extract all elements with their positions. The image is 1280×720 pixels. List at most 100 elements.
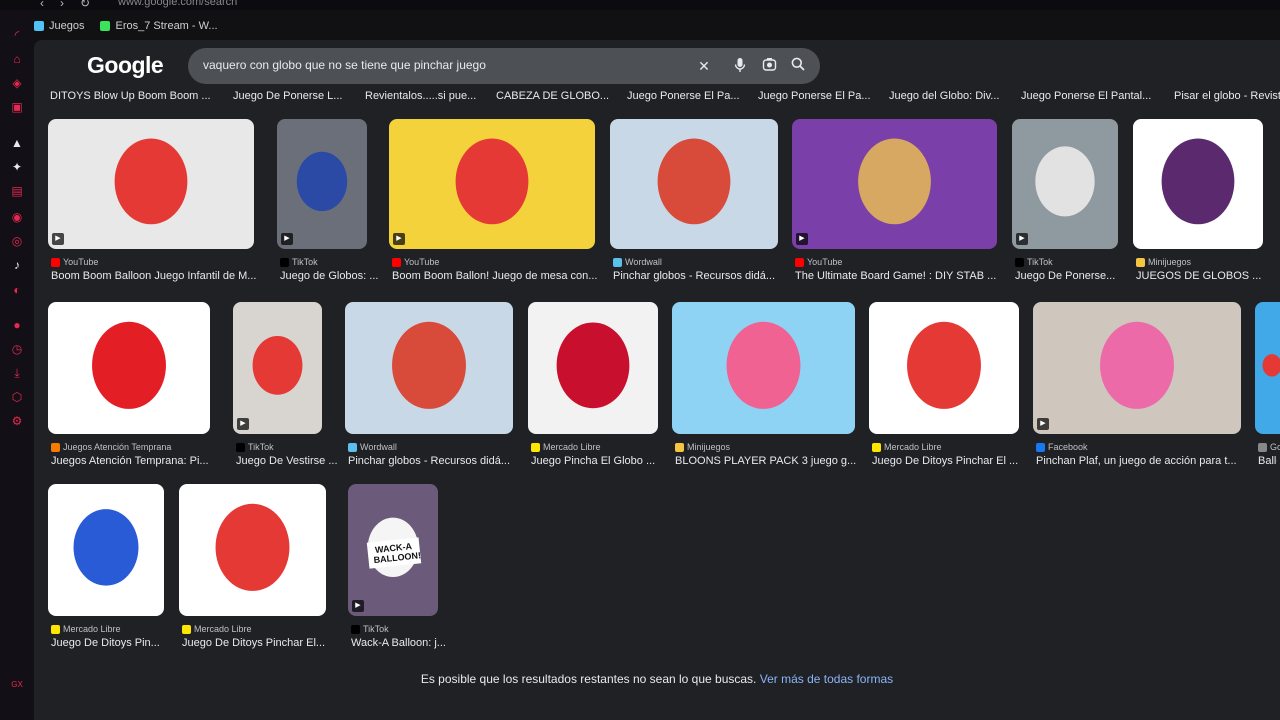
result-thumbnail[interactable] [1133,119,1263,249]
tiktok-icon[interactable]: ♪ [10,258,24,272]
image-result-card[interactable]: ▶ YouTube Boom Boom Balloon Juego Infantil… [48,119,256,297]
image-result-card[interactable]: ▶ TikTok Juego De Vestirse ... [233,302,338,482]
truncated-result-title[interactable]: Juego Ponerse El Pa... [627,90,740,102]
image-result-card[interactable]: Mercado Libre Juego De Ditoys Pinchar El.… [179,484,326,664]
image-result-card[interactable]: Wordwall Pinchar globos - Recursos didá..… [345,302,513,482]
result-thumbnail[interactable] [869,302,1019,434]
result-title[interactable]: Juego De Vestirse ... [236,455,338,467]
result-title[interactable]: Ballo [1258,455,1277,467]
image-result-card[interactable]: ▶ Facebook Pinchan Plaf, un juego de acció… [1033,302,1241,482]
source-favicon-icon [392,257,401,267]
truncated-result-title[interactable]: Revientalos.....si pue... [365,90,476,102]
forward-icon[interactable]: › [60,0,64,10]
clock-icon[interactable]: ◷ [10,342,24,356]
image-result-card[interactable]: Go Ballo [1255,302,1280,482]
result-thumbnail[interactable]: ▶ [1012,119,1118,249]
image-result-card[interactable]: Mercado Libre Juego De Ditoys Pinchar El … [869,302,1019,482]
shield-icon[interactable]: ◈ [10,76,24,90]
truncated-result-title[interactable]: Juego Ponerse El Pa... [758,90,871,102]
image-result-card[interactable]: Wordwall Pinchar globos - Recursos didá..… [610,119,778,297]
result-thumbnail[interactable]: ▶ [389,119,595,249]
google-logo[interactable]: Google [87,52,164,79]
image-result-card[interactable]: ▶ YouTube Boom Boom Ballon! Juego de mesa … [389,119,597,297]
image-result-card[interactable]: Minijuegos JUEGOS DE GLOBOS ... [1133,119,1263,297]
truncated-result-title[interactable]: DITOYS Blow Up Boom Boom ... [50,90,211,102]
back-icon[interactable]: ‹ [40,0,44,10]
balloon-shape [556,322,630,409]
reload-icon[interactable]: ↻ [80,0,90,10]
image-result-card[interactable]: Mercado Libre Juego De Ditoys Pin... [48,484,164,664]
result-thumbnail[interactable] [179,484,326,616]
bag-icon[interactable]: ⌂ [10,52,24,66]
video-play-icon: ▶ [796,233,808,245]
microphone-icon[interactable] [731,57,749,75]
result-thumbnail[interactable]: ▶ [233,302,322,434]
result-thumbnail[interactable] [610,119,778,249]
result-title[interactable]: BLOONS PLAYER PACK 3 juego g... [675,455,856,467]
truncated-result-title[interactable]: Juego De Ponerse L... [233,90,342,102]
result-thumbnail[interactable] [672,302,855,434]
bookmark-juegos[interactable]: Juegos [34,20,84,32]
instagram-icon[interactable]: ◎ [10,234,24,248]
lens-icon[interactable] [760,57,778,75]
result-thumbnail[interactable] [48,302,210,434]
result-thumbnail[interactable] [528,302,658,434]
result-source: TikTok [1015,257,1053,267]
truncated-result-title[interactable]: Juego Ponerse El Pantal... [1021,90,1151,102]
twitch-icon[interactable]: ▤ [10,184,24,198]
truncated-result-title[interactable]: Pisar el globo - Revista [1174,90,1280,102]
search-input[interactable]: vaquero con globo que no se tiene que pi… [203,58,486,72]
whatsapp-icon[interactable]: ◉ [10,210,24,224]
discord-icon[interactable]: ◐ [10,283,24,297]
circle-icon[interactable]: ● [10,318,24,332]
search-icon[interactable] [789,57,807,75]
bookmark-stream[interactable]: Eros_7 Stream - W... [100,20,218,32]
result-title[interactable]: Juego de Globos: ... [280,270,378,282]
result-thumbnail[interactable] [345,302,513,434]
result-thumbnail[interactable]: ▶ [1033,302,1241,434]
download-icon[interactable]: ⤓ [10,366,24,380]
result-title[interactable]: Pinchan Plaf, un juego de acción para t.… [1036,455,1237,467]
settings-icon[interactable]: ⚙ [10,414,24,428]
result-title[interactable]: Wack-A Balloon: j... [351,637,446,649]
image-result-card[interactable]: Minijuegos BLOONS PLAYER PACK 3 juego g..… [672,302,856,482]
video-icon[interactable]: ▣ [10,100,24,114]
result-title[interactable]: Juego De Ditoys Pinchar El... [182,637,325,649]
result-title[interactable]: Pinchar globos - Recursos didá... [613,270,775,282]
result-title[interactable]: Juego De Ponerse... [1015,270,1115,282]
result-thumbnail[interactable]: ▶ [48,119,254,249]
result-thumbnail[interactable] [1255,302,1280,434]
result-title[interactable]: Boom Boom Balloon Juego Infantil de M... [51,270,256,282]
image-result-card[interactable]: Juegos Atención Temprana Juegos Atención … [48,302,210,482]
image-result-card[interactable]: ▶ TikTok Juego de Globos: ... [277,119,378,297]
truncated-result-title[interactable]: Juego del Globo: Div... [889,90,999,102]
clear-icon[interactable]: ✕ [695,57,713,75]
result-thumbnail[interactable] [48,484,164,616]
cube-icon[interactable]: ⬡ [10,390,24,404]
chatgpt-icon[interactable]: ✦ [10,160,24,174]
result-title[interactable]: Boom Boom Ballon! Juego de mesa con... [392,270,597,282]
image-result-card[interactable]: Mercado Libre Juego Pincha El Globo ... [528,302,658,482]
result-thumbnail[interactable]: WACK-A BALLOON! ▶ [348,484,438,616]
result-title[interactable]: The Ultimate Board Game! : DIY STAB ... [795,270,996,282]
image-result-card[interactable]: ▶ TikTok Juego De Ponerse... [1012,119,1118,297]
image-result-card[interactable]: ▶ YouTube The Ultimate Board Game! : DIY S… [792,119,997,297]
arrow-icon[interactable]: ▲ [10,136,24,150]
address-bar[interactable]: www.google.com/search [118,0,237,8]
result-title[interactable]: Juego Pincha El Globo ... [531,455,655,467]
result-thumbnail[interactable]: ▶ [277,119,367,249]
result-title[interactable]: Juego De Ditoys Pin... [51,637,160,649]
gx-sidebar: ◜ ⌂ ◈ ▣ ▲ ✦ ▤ ◉ ◎ ♪ ◐ ● ◷ ⤓ ⬡ ⚙ GX [0,10,34,720]
gx-corner-icon[interactable]: ◜ [10,28,24,42]
source-name: Minijuegos [687,442,731,452]
result-thumbnail[interactable]: ▶ [792,119,997,249]
video-play-icon: ▶ [1037,418,1049,430]
image-result-card[interactable]: WACK-A BALLOON! ▶ TikTok Wack-A Balloon: j.… [348,484,446,664]
result-title[interactable]: Juegos Atención Temprana: Pi... [51,455,209,467]
result-title[interactable]: JUEGOS DE GLOBOS ... [1136,270,1261,282]
truncated-result-title[interactable]: CABEZA DE GLOBO... [496,90,609,102]
see-more-link[interactable]: Ver más de todas formas [760,672,893,686]
result-title[interactable]: Pinchar globos - Recursos didá... [348,455,510,467]
search-box[interactable]: vaquero con globo que no se tiene que pi… [188,48,820,84]
result-title[interactable]: Juego De Ditoys Pinchar El ... [872,455,1018,467]
